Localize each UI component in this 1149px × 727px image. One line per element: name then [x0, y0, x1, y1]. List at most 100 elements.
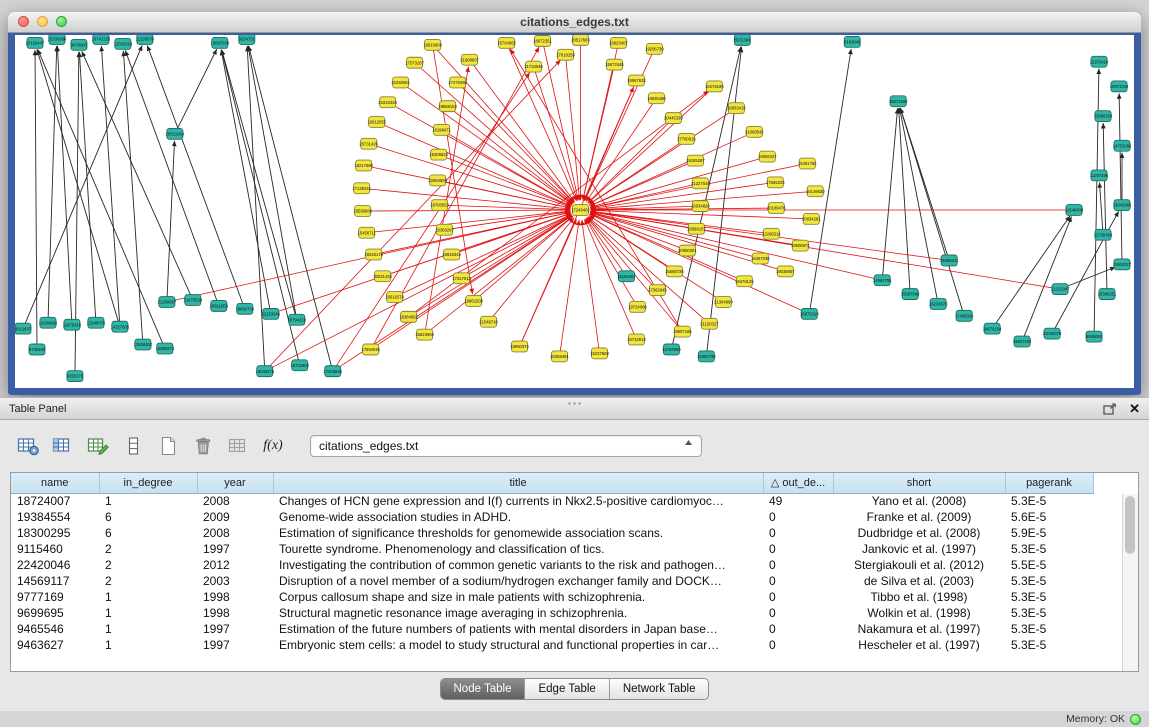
graph-node[interactable]: 20268491: [550, 351, 569, 362]
table-scrollbar[interactable]: [1122, 494, 1138, 671]
graph-node[interactable]: 12503318: [114, 38, 133, 49]
table-cell-pagerank[interactable]: 5.3E-5: [1005, 621, 1093, 637]
table-cell-pagerank[interactable]: 5.5E-5: [1005, 557, 1093, 573]
graph-node[interactable]: 19837402: [1013, 336, 1032, 347]
table-cell-title[interactable]: Corpus callosum shape and size in male p…: [273, 589, 763, 605]
network-canvas[interactable]: 1891080417573267223400612184233419012055…: [15, 35, 1134, 388]
graph-node[interactable]: 16871920: [889, 96, 908, 107]
graph-node[interactable]: 16616579: [385, 292, 404, 303]
table-cell-title[interactable]: Investigating the contribution of common…: [273, 557, 763, 573]
table-cell-out_degree[interactable]: 0: [763, 509, 833, 525]
graph-node[interactable]: 21150327: [700, 318, 719, 329]
table-cell-name[interactable]: 18300295: [11, 525, 99, 541]
table-row[interactable]: 946554611997Estimation of the future num…: [11, 621, 1093, 637]
graph-node[interactable]: 15237608: [590, 348, 609, 359]
table-cell-pagerank[interactable]: 5.3E-5: [1005, 573, 1093, 589]
graph-node[interactable]: 9745180: [29, 344, 46, 355]
table-cell-title[interactable]: Estimation of the future numbers of pati…: [273, 621, 763, 637]
table-cell-out_degree[interactable]: 49: [763, 493, 833, 509]
graph-node[interactable]: 15588726: [665, 266, 684, 277]
graph-node[interactable]: 19478125: [735, 276, 754, 287]
table-cell-title[interactable]: Structural magnetic resonance image aver…: [273, 605, 763, 621]
graph-node[interactable]: 22296514: [762, 228, 781, 239]
table-cell-in_degree[interactable]: 2: [99, 541, 197, 557]
graph-node[interactable]: 13042865: [1113, 200, 1132, 211]
graph-node[interactable]: 16596988: [353, 206, 372, 217]
graph-node[interactable]: 21842334: [378, 97, 397, 108]
graph-node[interactable]: 15456711: [358, 227, 377, 238]
table-cell-in_degree[interactable]: 1: [99, 589, 197, 605]
graph-node[interactable]: 8572304: [734, 35, 751, 45]
create-column-button[interactable]: [154, 433, 182, 459]
table-row[interactable]: 1830029562008Estimation of significance …: [11, 525, 1093, 541]
table-cell-short[interactable]: Franke et al. (2009): [833, 509, 1005, 525]
graph-node[interactable]: 15305624: [429, 149, 448, 160]
graph-node[interactable]: 17685203: [766, 177, 785, 188]
table-cell-in_degree[interactable]: 6: [99, 509, 197, 525]
table-cell-year[interactable]: 2008: [197, 493, 273, 509]
graph-node[interactable]: 12730454: [1094, 229, 1113, 240]
graph-node[interactable]: 19586153: [438, 101, 457, 112]
graph-node[interactable]: 12215987: [1051, 284, 1070, 295]
graph-node[interactable]: 19724068: [628, 301, 647, 312]
import-table-button[interactable]: [224, 433, 252, 459]
table-cell-out_degree[interactable]: 0: [763, 605, 833, 621]
table-cell-name[interactable]: 9463627: [11, 637, 99, 653]
zoom-button[interactable]: [56, 16, 67, 27]
graph-node[interactable]: 18384562: [399, 311, 418, 322]
graph-node[interactable]: 16508974: [791, 240, 810, 251]
graph-node[interactable]: 16875310: [800, 308, 819, 319]
graph-node[interactable]: 16034820: [691, 201, 710, 212]
graph-node[interactable]: 18910804: [423, 39, 442, 50]
table-cell-name[interactable]: 14569117: [11, 573, 99, 589]
graph-node[interactable]: 21260987: [158, 297, 177, 308]
table-cell-short[interactable]: Yano et al. (2008): [833, 493, 1005, 509]
graph-node[interactable]: 10386251: [1098, 289, 1117, 300]
function-builder-button[interactable]: f(x): [259, 433, 287, 459]
graph-node[interactable]: 17249402: [571, 205, 590, 216]
graph-node[interactable]: 18950374: [510, 341, 529, 352]
tab-node-table[interactable]: Node Table: [441, 679, 525, 699]
table-cell-title[interactable]: Estimation of significance thresholds fo…: [273, 525, 763, 541]
graph-node[interactable]: 19607185: [673, 326, 692, 337]
graph-node[interactable]: 16967632: [627, 75, 646, 86]
graph-node[interactable]: 9012837: [15, 323, 32, 334]
table-cell-short[interactable]: Nakamura et al. (1997): [833, 621, 1005, 637]
graph-node[interactable]: 16457038: [751, 253, 770, 264]
panel-splitter-handle[interactable]: [567, 401, 583, 407]
table-cell-pagerank[interactable]: 5.6E-5: [1005, 509, 1093, 525]
table-cell-pagerank[interactable]: 5.9E-5: [1005, 525, 1093, 541]
table-row[interactable]: 946362711997Embryonic stem cells: a mode…: [11, 637, 1093, 653]
table-cell-title[interactable]: Genome-wide association studies in ADHD.: [273, 509, 763, 525]
graph-node[interactable]: 19343178: [364, 249, 383, 260]
delete-column-button[interactable]: [189, 433, 217, 459]
table-cell-in_degree[interactable]: 6: [99, 525, 197, 541]
graph-node[interactable]: 20611859: [210, 300, 229, 311]
table-cell-pagerank[interactable]: 5.3E-5: [1005, 541, 1093, 557]
graph-node[interactable]: 19860734: [235, 303, 254, 314]
graph-node[interactable]: 13508462: [134, 339, 153, 350]
graph-node[interactable]: 20531064: [166, 128, 185, 139]
graph-node[interactable]: 19862208: [464, 296, 483, 307]
graph-node[interactable]: 17470460: [448, 77, 467, 88]
table-cell-name[interactable]: 9777169: [11, 589, 99, 605]
column-header-year[interactable]: year: [197, 473, 273, 493]
graph-node[interactable]: 17217013: [452, 273, 471, 284]
table-cell-title[interactable]: Disruption of a novel member of a sodium…: [273, 573, 763, 589]
table-cell-title[interactable]: Changes of HCN gene expression and I(f) …: [273, 493, 763, 509]
table-cell-name[interactable]: 18724007: [11, 493, 99, 509]
graph-node[interactable]: 16234870: [929, 299, 948, 310]
graph-node[interactable]: 11548408: [1065, 205, 1084, 216]
graph-node[interactable]: 11295570: [136, 35, 155, 44]
graph-node[interactable]: 11876310: [63, 319, 82, 330]
graph-node[interactable]: 21549710: [479, 316, 498, 327]
graph-node[interactable]: 15184457: [617, 271, 636, 282]
graph-node[interactable]: 16198471: [432, 124, 451, 135]
graph-node[interactable]: 20021433: [373, 271, 392, 282]
graph-node[interactable]: 18670154: [983, 323, 1002, 334]
graph-node[interactable]: 16048275: [255, 366, 274, 377]
graph-node[interactable]: 17894046: [361, 344, 380, 355]
table-row[interactable]: 1938455462009Genome-wide association stu…: [11, 509, 1093, 525]
table-cell-year[interactable]: 1997: [197, 541, 273, 557]
graph-node[interactable]: 9204751: [239, 35, 256, 44]
